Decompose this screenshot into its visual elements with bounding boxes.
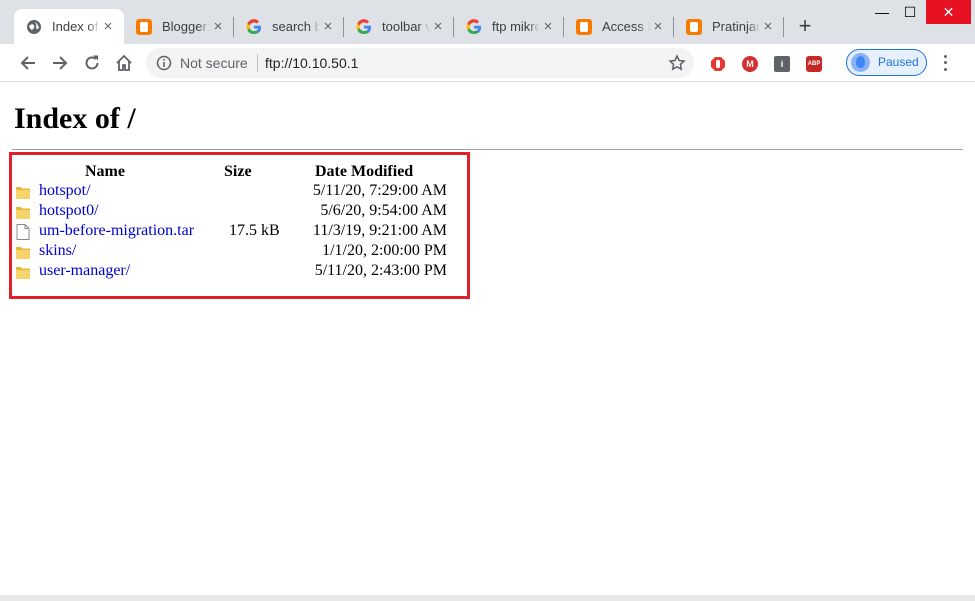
more-menu-icon[interactable]: [940, 53, 950, 73]
entry-date: 5/11/20, 2:43:00 PM: [314, 262, 447, 279]
folder-icon: [16, 247, 30, 259]
table-row: hotspot0/ 5/6/20, 9:54:00 AM: [5, 202, 465, 222]
back-arrow-icon: [20, 56, 35, 70]
back-button[interactable]: [17, 52, 39, 74]
entry-link[interactable]: user-manager/: [39, 262, 130, 280]
browser-chrome: Index of / × Blogger: × search b × toolb…: [0, 0, 975, 82]
entry-link[interactable]: hotspot/: [39, 182, 91, 200]
url-text[interactable]: ftp://10.10.50.1: [265, 55, 358, 71]
tab-title: search b: [272, 19, 320, 34]
table-row: hotspot/ 5/11/20, 7:29:00 AM: [5, 182, 465, 202]
address-bar[interactable]: Not secure ftp://10.10.50.1: [146, 48, 694, 78]
page-title: Index of /: [14, 102, 136, 135]
abp-icon[interactable]: ABP: [806, 56, 822, 72]
tab-pratinjau[interactable]: Pratinjau ×: [674, 9, 784, 44]
tab-title: Access F: [602, 19, 650, 34]
profile-paused-button[interactable]: Paused: [846, 49, 927, 76]
column-header-size[interactable]: Size: [224, 163, 252, 181]
google-icon: [246, 18, 262, 35]
folder-icon: [16, 187, 30, 199]
mega-icon[interactable]: M: [742, 56, 758, 72]
forward-arrow-icon: [53, 56, 68, 70]
bookmark-star-icon[interactable]: [668, 54, 686, 72]
home-icon: [116, 54, 132, 71]
table-row: skins/ 1/1/20, 2:00:00 PM: [5, 242, 465, 262]
close-icon[interactable]: ×: [100, 18, 116, 35]
tab-title: Index of /: [52, 19, 100, 34]
home-button[interactable]: [113, 52, 135, 74]
entry-date: 5/6/20, 9:54:00 AM: [320, 202, 447, 219]
google-icon: [356, 18, 372, 35]
column-header-date[interactable]: Date Modified: [315, 163, 413, 181]
entry-date: 11/3/19, 9:21:00 AM: [312, 222, 447, 239]
profile-status-label: Paused: [878, 55, 919, 69]
folder-icon: [16, 267, 30, 279]
tab-title: Pratinjau: [712, 19, 760, 34]
folder-icon: [16, 207, 30, 219]
globe-icon: [26, 19, 42, 35]
google-icon: [466, 18, 482, 35]
page-content: Index of / Name Size Date Modified hotsp…: [5, 82, 969, 595]
divider: [12, 149, 963, 150]
tab-index-of[interactable]: Index of / ×: [14, 9, 124, 44]
close-icon[interactable]: ×: [210, 18, 226, 35]
entry-date: 1/1/20, 2:00:00 PM: [322, 242, 447, 259]
close-icon[interactable]: ×: [760, 18, 776, 35]
entry-link[interactable]: um-before-migration.tar: [39, 222, 194, 240]
table-row: user-manager/ 5/11/20, 2:43:00 PM: [5, 262, 465, 282]
tab-blogger[interactable]: Blogger: ×: [124, 9, 234, 44]
tab-access[interactable]: Access F ×: [564, 9, 674, 44]
avatar: [851, 53, 870, 72]
tab-title: toolbar v: [382, 19, 430, 34]
tab-title: Blogger:: [162, 19, 210, 34]
blogger-icon: [136, 18, 152, 35]
table-row: um-before-migration.tar 17.5 kB 11/3/19,…: [5, 222, 465, 242]
close-icon[interactable]: ×: [430, 18, 446, 35]
window-close-button[interactable]: ✕: [926, 0, 971, 24]
browser-toolbar: Not secure ftp://10.10.50.1 M i ABP Paus…: [0, 44, 975, 82]
close-icon[interactable]: ×: [320, 18, 336, 35]
new-tab-button[interactable]: +: [795, 15, 815, 37]
security-status[interactable]: Not secure: [180, 55, 248, 71]
close-icon[interactable]: ×: [540, 18, 556, 35]
entry-size: 17.5 kB: [229, 222, 280, 239]
info-circle-icon[interactable]: [156, 55, 172, 71]
close-icon[interactable]: ×: [650, 18, 666, 35]
reload-button[interactable]: [81, 52, 103, 74]
entry-date: 5/11/20, 7:29:00 AM: [312, 182, 447, 199]
blogger-icon: [686, 18, 702, 35]
tab-search[interactable]: search b ×: [234, 9, 344, 44]
stop-hand-icon[interactable]: [710, 56, 726, 72]
forward-button[interactable]: [49, 52, 71, 74]
entry-link[interactable]: hotspot0/: [39, 202, 99, 220]
blogger-icon: [576, 18, 592, 35]
tab-strip: Index of / × Blogger: × search b × toolb…: [0, 0, 975, 44]
file-icon: [16, 224, 30, 240]
column-header-name[interactable]: Name: [85, 163, 125, 181]
tab-title: ftp mikro: [492, 19, 540, 34]
window-bottom-border: [0, 595, 975, 601]
info-icon[interactable]: i: [774, 56, 790, 72]
maximize-button[interactable]: ☐: [893, 0, 927, 24]
tab-ftp-mikrotik[interactable]: ftp mikro ×: [454, 9, 564, 44]
reload-icon: [85, 55, 99, 70]
tab-toolbar[interactable]: toolbar v ×: [344, 9, 454, 44]
entry-link[interactable]: skins/: [39, 242, 76, 260]
omnibox-divider: [257, 54, 258, 72]
